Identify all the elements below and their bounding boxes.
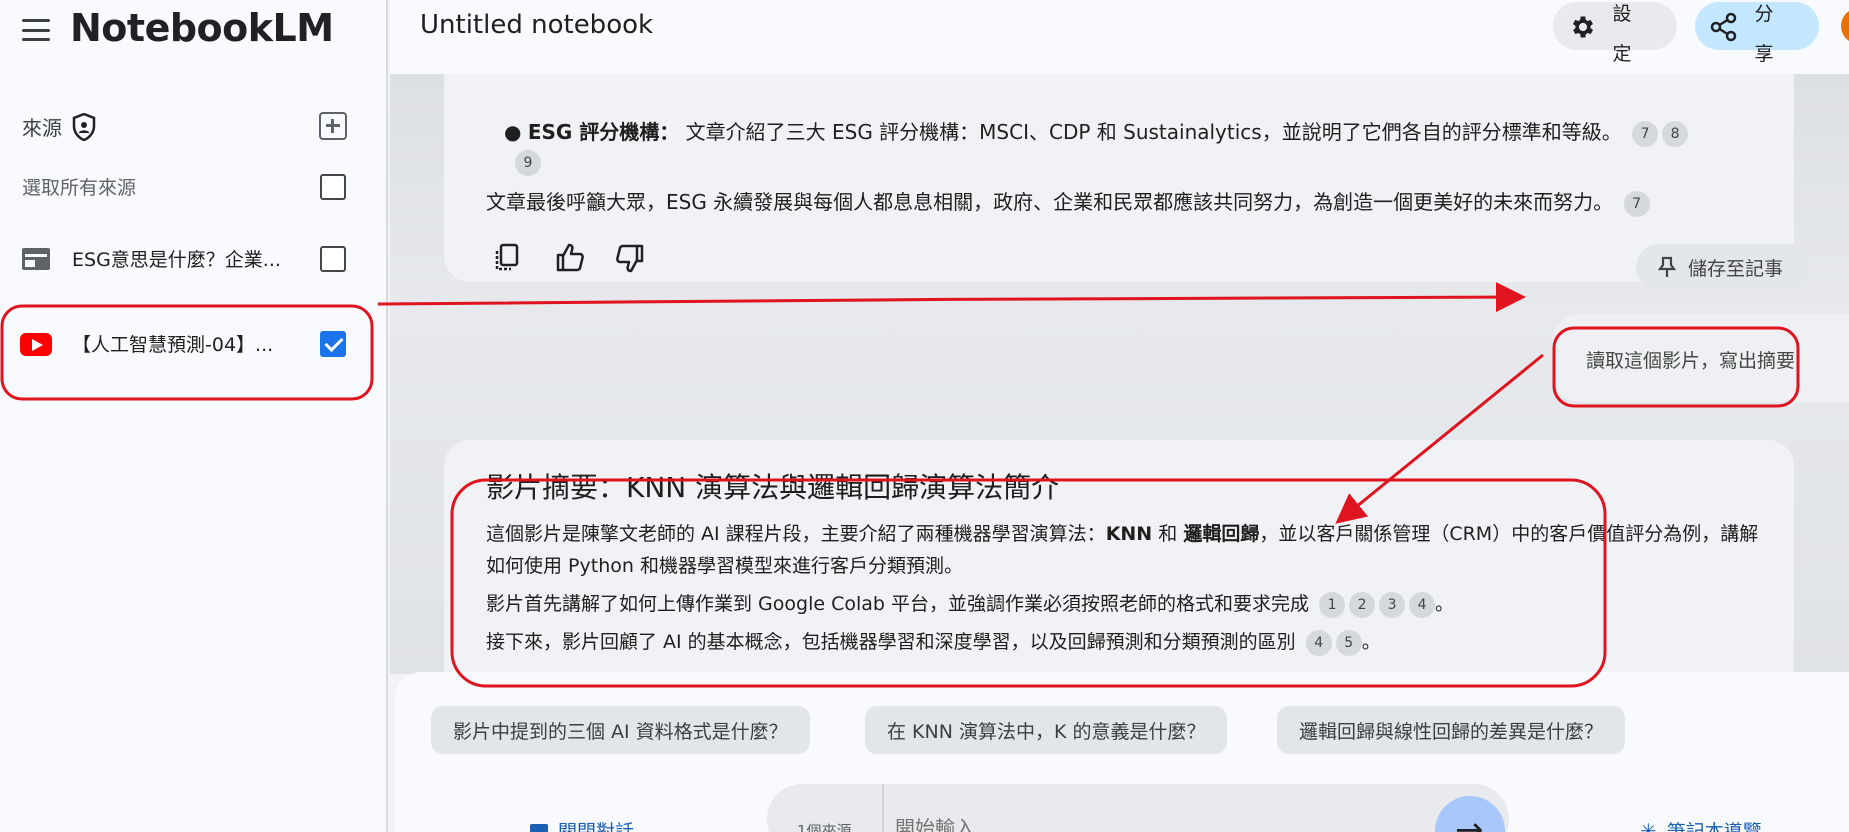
chat-input-box[interactable]: 1個來源: [767, 784, 1509, 832]
suggestion-chip[interactable]: 在 KNN 演算法中，K 的意義是什麼？: [865, 706, 1228, 754]
select-all-checkbox[interactable]: [320, 174, 346, 200]
input-divider: [882, 784, 884, 832]
summary-title: 影片摘要：KNN 演算法與邏輯回歸演算法簡介: [486, 471, 1060, 504]
bullet-bold: ESG 評分機構：: [527, 120, 680, 144]
summary-response-card: 影片摘要：KNN 演算法與邏輯回歸演算法簡介 這個影片是陳擎文老師的 AI 課程…: [444, 440, 1794, 674]
summary-paragraph: 接下來，影片回顧了 AI 的基本概念，包括機器學習和深度學習，以及回歸預測和分類…: [486, 626, 1776, 658]
app-title: NotebookLM: [70, 6, 334, 50]
top-bar: Untitled notebook 設定 分享: [390, 0, 1849, 74]
citation-chip[interactable]: 7: [1623, 190, 1650, 217]
sparkle-icon: ✳: [1640, 818, 1657, 832]
menu-icon[interactable]: [20, 16, 52, 44]
share-icon: [1710, 12, 1737, 42]
pin-icon: [1658, 256, 1676, 277]
share-button[interactable]: 分享: [1695, 2, 1819, 65]
summary-text: 接下來，影片回顧了 AI 的基本概念，包括機器學習和深度學習，以及回歸預測和分類…: [486, 631, 1296, 653]
citation-chip[interactable]: 1: [1319, 591, 1346, 618]
citation-chip[interactable]: 3: [1379, 591, 1406, 618]
source-label: ESG意思是什麼？企業...: [72, 249, 281, 271]
source-item[interactable]: ESG意思是什麼？企業...: [0, 229, 386, 289]
source-checkbox[interactable]: [320, 246, 346, 272]
save-to-note-button[interactable]: 儲存至記事: [1636, 244, 1812, 290]
avatar[interactable]: [1841, 8, 1849, 44]
close-chat-link[interactable]: 關閉對話: [530, 817, 634, 832]
citation-chip[interactable]: 8: [1662, 120, 1689, 147]
settings-button[interactable]: 設定: [1553, 2, 1677, 65]
citation-chip[interactable]: 4: [1409, 591, 1436, 618]
summary-text: 影片首先講解了如何上傳作業到 Google Colab 平台，並強調作業必須按照…: [486, 593, 1309, 615]
sidebar: NotebookLM 來源 選取所有來源 ESG意思是什麼？企業... 【人工智…: [0, 0, 388, 832]
source-count: 1個來源: [797, 822, 852, 832]
suggestion-chip[interactable]: 邏輯回歸與線性回歸的差異是什麼？: [1277, 706, 1626, 754]
closing-text: 文章最後呼籲大眾，ESG 永續發展與每個人都息息相關，政府、企業和民眾都應該共同…: [486, 190, 1614, 214]
summary-bold: 邏輯回歸: [1183, 523, 1260, 545]
close-chat-label: 關閉對話: [558, 821, 635, 832]
sources-header: 來源: [22, 112, 96, 141]
previous-response-card: ● ESG 評分機構： 文章介紹了三大 ESG 評分機構：MSCI、CDP 和 …: [444, 74, 1812, 290]
copy-icon[interactable]: [492, 242, 524, 274]
chat-icon: [530, 823, 548, 832]
citation-chip[interactable]: 7: [1632, 120, 1659, 147]
closing-paragraph: 文章最後呼籲大眾，ESG 永續發展與每個人都息息相關，政府、企業和民眾都應該共同…: [486, 186, 1650, 217]
summary-bold: KNN: [1105, 523, 1153, 545]
thumbs-down-icon[interactable]: [614, 242, 646, 274]
gear-icon: [1572, 16, 1594, 38]
chat-area: ● ESG 評分機構： 文章介紹了三大 ESG 評分機構：MSCI、CDP 和 …: [390, 74, 1849, 674]
save-to-note-label: 儲存至記事: [1688, 257, 1784, 280]
suggestion-chip[interactable]: 影片中提到的三個 AI 資料格式是什麼？: [431, 706, 810, 754]
sources-label: 來源: [22, 116, 62, 140]
citation-chip[interactable]: 9: [515, 150, 541, 176]
summary-text: 。: [1361, 631, 1381, 653]
notebook-title[interactable]: Untitled notebook: [420, 10, 653, 40]
share-label: 分享: [1754, 3, 1774, 65]
summary-text: 。: [1435, 593, 1455, 615]
chat-input[interactable]: [895, 816, 1335, 832]
notebook-guide-label: 筆記本導覽: [1666, 821, 1762, 832]
summary-text: 這個影片是陳擎文老師的 AI 課程片段，主要介紹了兩種機器學習演算法：: [486, 523, 1106, 545]
bullet-text: 文章介紹了三大 ESG 評分機構：MSCI、CDP 和 Sustainalyti…: [685, 120, 1622, 144]
thumbs-up-icon[interactable]: [554, 242, 586, 274]
bullet-item: ● ESG 評分機構： 文章介紹了三大 ESG 評分機構：MSCI、CDP 和 …: [504, 116, 1689, 147]
youtube-icon: [20, 333, 52, 356]
source-item[interactable]: 【人工智慧預測-04】...: [0, 314, 386, 374]
shield-icon[interactable]: [72, 112, 96, 141]
input-area: 影片中提到的三個 AI 資料格式是什麼？ 在 KNN 演算法中，K 的意義是什麼…: [395, 672, 1849, 832]
document-icon: [22, 248, 50, 270]
settings-label: 設定: [1612, 3, 1632, 65]
user-message: 讀取這個影片，寫出摘要: [1586, 350, 1796, 372]
select-all-label: 選取所有來源: [22, 177, 137, 199]
source-label: 【人工智慧預測-04】...: [72, 334, 274, 356]
citation-chip[interactable]: 2: [1349, 591, 1376, 618]
summary-text: 和: [1152, 523, 1184, 545]
add-source-button[interactable]: [319, 112, 347, 140]
source-checkbox[interactable]: [320, 331, 346, 357]
notebook-guide-link[interactable]: ✳ 筆記本導覽: [1640, 817, 1762, 832]
citation-chip[interactable]: 5: [1335, 629, 1362, 656]
summary-paragraph: 這個影片是陳擎文老師的 AI 課程片段，主要介紹了兩種機器學習演算法：KNN 和…: [486, 518, 1776, 582]
summary-paragraph: 影片首先講解了如何上傳作業到 Google Colab 平台，並強調作業必須按照…: [486, 588, 1776, 620]
citation-chip[interactable]: 4: [1305, 629, 1332, 656]
